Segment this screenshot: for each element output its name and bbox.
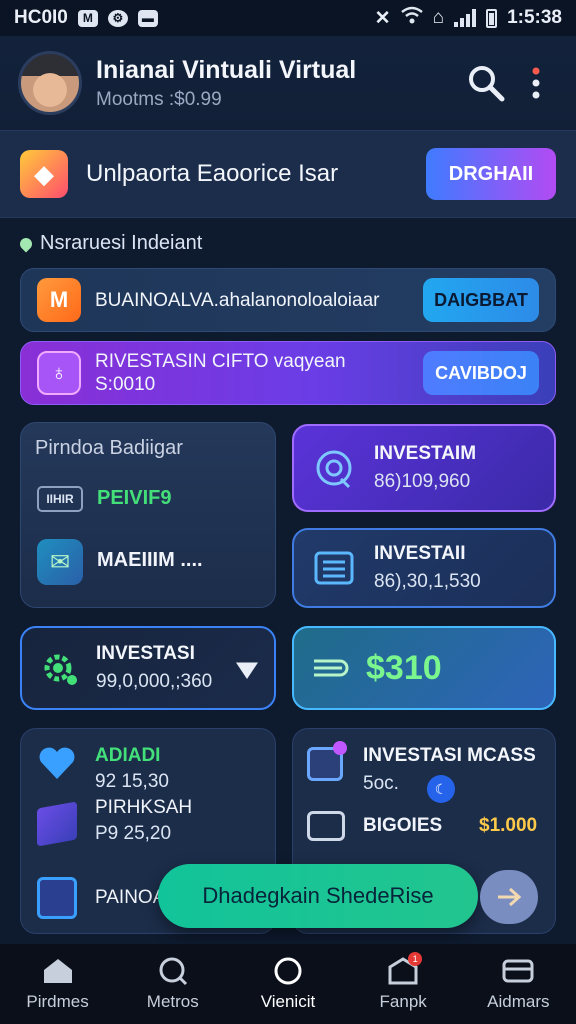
row-title: BUAINOALVA.ahalanonoloaloiaar [95, 289, 380, 311]
heart-icon [37, 745, 77, 781]
summary-subtitle: 5oc. [363, 773, 399, 794]
notification-dot [333, 741, 347, 755]
signal-icon [454, 9, 477, 27]
holding-value: P9 25,20 [95, 823, 172, 844]
holding-value: 92 15,30 [95, 771, 169, 792]
nav-item-home[interactable]: Pirdmes [3, 956, 113, 1012]
investment-title: INVESTAII [374, 543, 466, 564]
banner-title: Unlpaorta Eaoorice Isar [86, 160, 339, 187]
cube-icon [37, 801, 77, 847]
nav-label: Metros [146, 992, 199, 1011]
home-icon [41, 956, 75, 986]
holding-name: PAINOA [95, 887, 166, 908]
total-value: $310 [366, 648, 442, 687]
clock: 1:5:38 [507, 7, 562, 28]
more-options-button[interactable] [514, 61, 558, 105]
mute-icon: ✕ [374, 7, 391, 29]
ledger-icon [310, 544, 358, 592]
budget-card[interactable]: Pirndoa Badiigar IIHIR PEIVIF9 ✉ MAEIIIM… [20, 422, 276, 608]
card-chip-label: IIHIR [37, 486, 83, 512]
holding-name: ADIADI [95, 745, 161, 766]
nav-item-center[interactable]: Vienicit [233, 956, 343, 1012]
section-header: Nsraruesi Indeiant [17, 232, 203, 255]
page-title: Inianai Vintuali Virtual [96, 55, 357, 84]
promo-banner: ◆ Unlpaorta Eaoorice Isar DRGHAII [0, 130, 576, 218]
next-button[interactable] [480, 870, 538, 924]
card-icon [501, 956, 535, 986]
status-bar: HC0I0 M ⚙ ▬ ✕ ⌂ 1:5:38 [0, 0, 576, 36]
investment-card[interactable]: INVESTAII 86),30,1,530 [292, 528, 556, 608]
investment-title: INVESTASI [96, 643, 195, 664]
search-button[interactable] [464, 61, 508, 105]
banner-button[interactable]: DRGHAII [426, 148, 556, 200]
investment-title: INVESTAIM [374, 443, 477, 464]
wave-icon [314, 659, 349, 677]
budget-item-label: MAEIIIM .... [97, 549, 203, 571]
summary-title: INVESTASI MCASS [363, 745, 536, 766]
investment-card[interactable]: INVESTAIM 86)109,960 [292, 424, 556, 512]
coin-icon [310, 444, 358, 492]
summary-amount: $1.000 [479, 815, 538, 836]
carrier-label: HC0I0 [14, 7, 68, 28]
battery-icon [486, 8, 498, 28]
avatar[interactable] [18, 51, 82, 115]
mail-notification-icon: M [77, 9, 98, 27]
m-logo-icon: M [37, 278, 81, 322]
nav-item-metrics[interactable]: Metros [118, 956, 228, 1012]
circle-icon [271, 956, 305, 986]
list-item[interactable]: ♁ RIVESTASIN CIFTO vaqyean S:0010 CAVIBD… [20, 341, 556, 405]
wifi-icon [400, 6, 423, 30]
list-item[interactable]: M BUAINOALVA.ahalanonoloaloiaar DAIGBBAT [20, 268, 556, 332]
row-title: RIVESTASIN CIFTO vaqyean [95, 351, 346, 372]
total-card[interactable]: $310 [292, 626, 556, 710]
investment-card[interactable]: INVESTASI 99,0,000,;360 [20, 626, 276, 710]
wallet-icon [307, 811, 345, 841]
nav-item-cards[interactable]: Aidmars [463, 956, 573, 1012]
primary-cta-button[interactable]: Dhadegkain ShedeRise [158, 864, 478, 928]
app-header: Inianai Vintuali Virtual Mootms :$0.99 [0, 36, 576, 130]
row-action-button[interactable]: CAVIBDOJ [423, 351, 539, 395]
gift-icon: ♁ [37, 351, 81, 395]
box-icon [37, 877, 77, 919]
bag-icon: 1 [386, 952, 423, 986]
gift-box-icon: ◆ [20, 150, 68, 198]
gear-icon [38, 646, 82, 690]
nav-label: Fanpk [379, 992, 427, 1011]
app-notification-icon: ⚙ [107, 9, 128, 27]
nav-label: Aidmars [487, 992, 550, 1011]
balance-subtitle: Mootms :$0.99 [96, 88, 222, 110]
summary-label: BIGOIES [363, 815, 443, 836]
section-label: Nsraruesi Indeiant [40, 232, 203, 254]
row-action-button[interactable]: DAIGBBAT [423, 278, 539, 322]
investment-value: 99,0,000,;360 [96, 671, 213, 692]
budget-card-title: Pirndoa Badiigar [35, 437, 183, 459]
arrow-right-icon [498, 887, 522, 907]
nav-label: Pirdmes [26, 992, 89, 1011]
location-pin-icon [17, 235, 35, 252]
nav-item-bag[interactable]: 1 Fanpk [348, 952, 458, 1012]
row-value: S:0010 [95, 374, 156, 395]
moon-icon: ☾ [427, 775, 455, 803]
diamond-icon [236, 662, 258, 679]
holding-name: PIRHKSAH [95, 797, 193, 818]
bottom-nav: Pirdmes Metros Vienicit 1 Fanpk Aidmars [0, 944, 576, 1024]
nav-label: Vienicit [260, 992, 316, 1011]
message-notification-icon: ▬ [137, 9, 158, 27]
investment-value: 86)109,960 [374, 471, 471, 492]
envelope-icon: ✉ [37, 539, 83, 585]
budget-status: PEIVIF9 [97, 487, 172, 509]
investment-value: 86),30,1,530 [374, 571, 481, 592]
notification-badge: 1 [408, 952, 423, 966]
more-vertical-icon [532, 67, 540, 99]
chart-icon [156, 956, 190, 986]
search-icon [469, 66, 505, 102]
alarm-icon: ⌂ [432, 7, 445, 28]
